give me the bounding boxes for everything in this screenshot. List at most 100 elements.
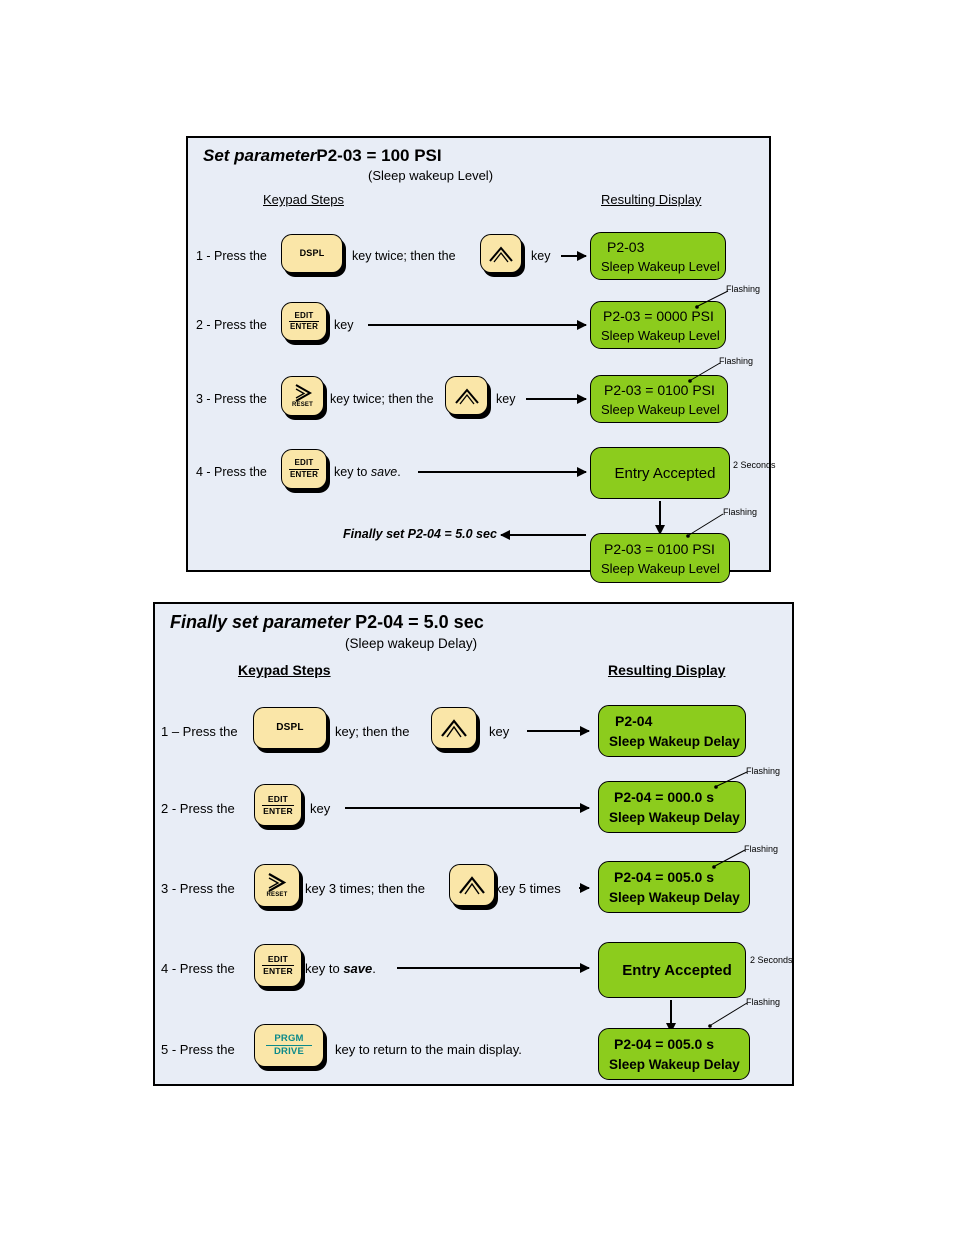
- display-line2: Sleep Wakeup Level: [601, 560, 720, 576]
- display-line2: Sleep Wakeup Level: [601, 401, 720, 417]
- panel1-step4-mid-emph: save: [370, 465, 398, 479]
- panel1-step1-arrow: [561, 251, 587, 261]
- key-label-enter: ENTER: [289, 321, 319, 331]
- panel1-step4-annotation-2sec: 2 Seconds: [733, 460, 776, 470]
- panel-set-p2-03: Set parameterP2-03 = 100 PSI (Sleep wake…: [186, 136, 776, 583]
- panel1-step3-key-reset[interactable]: RESET: [281, 376, 324, 416]
- panel2-step5-mid: key to return to the main display.: [335, 1042, 522, 1057]
- up-chevron-icon: [454, 387, 480, 405]
- panel1-step2-display: P2-03 = 0000 PSI Sleep Wakeup Level: [590, 301, 726, 349]
- display-line1: P2-03 = 0100 PSI: [604, 540, 715, 557]
- up-chevron-icon: [458, 875, 486, 895]
- right-chevron-icon: [292, 383, 314, 403]
- panel2-step1-key-dspl[interactable]: DSPL: [253, 707, 327, 749]
- panel1-title-part1: Set parameter: [203, 146, 317, 165]
- panel1-step3-mid: key twice; then the: [330, 392, 434, 406]
- panel2-step2-lead: 2 - Press the: [161, 801, 235, 816]
- display-line1: P2-04: [615, 713, 653, 729]
- panel2-step3-tail: key 5 times: [495, 881, 561, 896]
- panel2-step3-annotation-flashing: Flashing: [744, 844, 779, 854]
- panel1-final-note: Finally set P2-04 = 5.0 sec: [343, 527, 497, 541]
- key-label-edit: EDIT: [294, 310, 314, 320]
- panel2-subtitle: (Sleep wakeup Delay): [345, 636, 478, 651]
- panel1-step1-mid: key twice; then the: [352, 249, 456, 263]
- panel1-subtitle: (Sleep wakeup Level): [368, 168, 494, 183]
- display-line1: P2-03 = 0000 PSI: [603, 307, 714, 324]
- display-line2: Sleep Wakeup Level: [601, 327, 720, 343]
- display-line1: P2-04 = 000.0 s: [614, 789, 715, 805]
- panel2-step2-mid: key: [310, 801, 331, 816]
- panel2-step1-arrow: [527, 726, 590, 736]
- panel1-step1-lead: 1 - Press the: [196, 249, 267, 263]
- panel1-col-header-keypad: Keypad Steps: [263, 192, 344, 207]
- display-line2: Sleep Wakeup Delay: [609, 810, 740, 825]
- panel1-step4-mid-text: key to: [334, 465, 368, 479]
- panel2-step4-lead: 4 - Press the: [161, 961, 235, 976]
- panel2-step5-leader-line: [708, 1002, 748, 1028]
- display-line1: P2-04 = 005.0 s: [614, 1036, 715, 1052]
- panel1-step1-key-up[interactable]: [480, 234, 522, 273]
- key-label-enter: ENTER: [289, 468, 319, 479]
- key-label-reset: RESET: [266, 892, 288, 899]
- display-line2: Sleep Wakeup Delay: [609, 734, 740, 749]
- panel2-step3-key-reset[interactable]: RESET: [254, 864, 300, 907]
- display-line1: P2-03: [607, 238, 645, 255]
- panel1-step2-mid: key: [334, 318, 354, 332]
- panel2-step2-annotation-flashing: Flashing: [746, 766, 781, 776]
- up-chevron-icon: [440, 718, 468, 738]
- panel2-step1-lead: 1 – Press the: [161, 724, 238, 739]
- display-line2: Sleep Wakeup Level: [601, 258, 720, 274]
- up-chevron-icon: [488, 245, 514, 263]
- panel2-step2-display: P2-04 = 000.0 s Sleep Wakeup Delay: [598, 781, 746, 833]
- panel2-step4-annotation-2sec: 2 Seconds: [750, 955, 793, 965]
- panel2-step4-arrow: [397, 963, 590, 973]
- panel2-title: Finally set parameter P2-04 = 5.0 sec: [170, 612, 484, 633]
- panel1-step4-arrow: [418, 467, 587, 477]
- panel2-step4-mid-end: .: [372, 961, 376, 976]
- panel1-step4-lead: 4 - Press the: [196, 465, 267, 479]
- panel1-step1-key-dspl[interactable]: DSPL: [281, 234, 343, 273]
- key-label-enter: ENTER: [262, 965, 294, 976]
- panel2-step3-mid: key 3 times; then the: [305, 881, 425, 896]
- panel2-step1-mid: key; then the: [335, 724, 410, 739]
- key-label-edit: EDIT: [267, 793, 289, 804]
- panel1-title-part2: P2-03 = 100 PSI: [316, 146, 442, 165]
- panel2-step1-tail: key: [489, 724, 510, 739]
- panel2-step3-lead: 3 - Press the: [161, 881, 235, 896]
- panel2-step3-key-up[interactable]: [449, 864, 495, 906]
- panel2-step5-lead: 5 - Press the: [161, 1042, 235, 1057]
- panel1-step3-key-up[interactable]: [445, 376, 488, 415]
- panel1-step3-lead: 3 - Press the: [196, 392, 267, 406]
- panel1-step4-key-edit-enter[interactable]: EDIT ENTER: [281, 449, 327, 489]
- panel2-col-header-display: Resulting Display: [608, 662, 726, 678]
- panel1-transition-arrow: [655, 501, 665, 535]
- panel1-step3-arrow: [526, 394, 587, 404]
- panel2-step3-arrow: [579, 883, 590, 893]
- panel2-step4-mid-text: key to: [305, 961, 340, 976]
- panel2-step4-key-edit-enter[interactable]: EDIT ENTER: [254, 944, 302, 987]
- key-label-dspl: DSPL: [299, 247, 325, 258]
- panel1-step1-display: P2-03 Sleep Wakeup Level: [590, 232, 726, 280]
- panel2-step1-key-up[interactable]: [431, 707, 477, 749]
- panel1-step2-key-edit-enter[interactable]: EDIT ENTER: [281, 302, 327, 341]
- panel2-step2-key-edit-enter[interactable]: EDIT ENTER: [254, 784, 302, 826]
- key-label-edit: EDIT: [294, 458, 314, 468]
- panel1-step1-tail: key: [531, 249, 551, 263]
- panel2-step4-mid: key to save.: [305, 961, 376, 976]
- panel1-step3-tail: key: [496, 392, 516, 406]
- panel-set-p2-04: Finally set parameter P2-04 = 5.0 sec (S…: [153, 602, 794, 1086]
- panel2-step5-key-prgm-drive[interactable]: PRGM DRIVE: [254, 1024, 324, 1067]
- panel1-step2-arrow: [368, 320, 587, 330]
- panel1-final-note-arrow: [500, 530, 586, 540]
- panel1-title: Set parameterP2-03 = 100 PSI: [203, 146, 442, 166]
- panel2-step5-annotation-flashing: Flashing: [746, 997, 781, 1007]
- panel2-step5-display: P2-04 = 005.0 s Sleep Wakeup Delay: [598, 1028, 750, 1080]
- panel2-title-part1: Finally set parameter: [170, 612, 351, 632]
- display-line2: Sleep Wakeup Delay: [609, 890, 740, 905]
- key-label-dspl: DSPL: [276, 721, 304, 733]
- panel1-step4-mid-end: .: [397, 465, 401, 479]
- key-label-edit: EDIT: [267, 954, 289, 965]
- panel2-step2-arrow: [345, 803, 590, 813]
- panel2-title-part2: P2-04 = 5.0 sec: [355, 612, 484, 632]
- panel1-step3-display: P2-03 = 0100 PSI Sleep Wakeup Level: [590, 375, 728, 423]
